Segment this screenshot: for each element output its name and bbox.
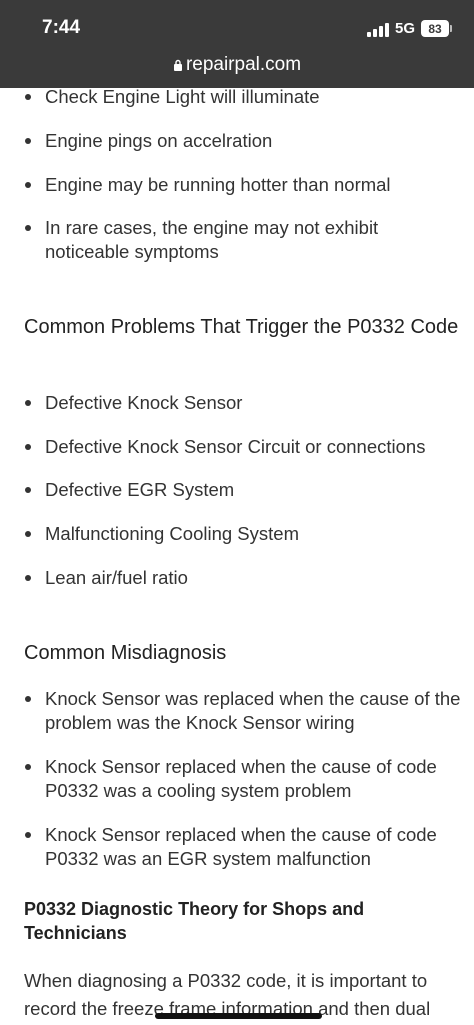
list-item: Check Engine Light will illuminate [25, 88, 465, 109]
list-item: Knock Sensor was replaced when the cause… [25, 687, 465, 735]
battery-icon: 83 [421, 20, 449, 37]
battery-tip [450, 25, 452, 32]
list-item: Lean air/fuel ratio [25, 566, 465, 590]
bullet-icon [25, 696, 31, 702]
bullet-icon [25, 94, 31, 100]
url-text: repairpal.com [185, 54, 302, 75]
list-item: Defective EGR System [25, 478, 465, 502]
status-bar: 7:44 5G 83 repairpal.com [0, 0, 474, 88]
section-heading-misdiagnosis: Common Misdiagnosis [24, 642, 227, 664]
section-heading-diagnostic-theory: P0332 Diagnostic Theory for Shops and Te… [24, 899, 365, 943]
list-item: Malfunctioning Cooling System [25, 522, 465, 546]
list-item: Engine pings on accelration [25, 129, 465, 153]
bullet-icon [25, 182, 31, 188]
bullet-icon [25, 531, 31, 537]
bullet-icon [25, 444, 31, 450]
network-type: 5G [395, 20, 416, 37]
list-item: Knock Sensor replaced when the cause of … [25, 755, 465, 803]
battery-level: 83 [428, 21, 442, 36]
bullet-icon [25, 400, 31, 406]
address-bar[interactable]: repairpal.com [0, 54, 474, 76]
status-time: 7:44 [42, 17, 81, 38]
list-item: In rare cases, the engine may not exhibi… [25, 216, 465, 264]
list-item: Engine may be running hotter than normal [25, 173, 465, 197]
home-indicator[interactable] [155, 1013, 322, 1019]
list-item: Knock Sensor replaced when the cause of … [25, 823, 465, 871]
list-item: Defective Knock Sensor Circuit or connec… [25, 435, 465, 459]
section-heading-common-problems: Common Problems That Trigger the P0332 C… [24, 316, 459, 338]
cellular-signal-icon [367, 23, 389, 37]
bullet-icon [25, 225, 31, 231]
article-content: Check Engine Light will illuminate Engin… [0, 88, 474, 1025]
bullet-icon [25, 832, 31, 838]
bullet-icon [25, 575, 31, 581]
lock-icon [173, 59, 182, 71]
bullet-icon [25, 764, 31, 770]
bullet-icon [25, 138, 31, 144]
list-item: Defective Knock Sensor [25, 391, 465, 415]
bullet-icon [25, 487, 31, 493]
